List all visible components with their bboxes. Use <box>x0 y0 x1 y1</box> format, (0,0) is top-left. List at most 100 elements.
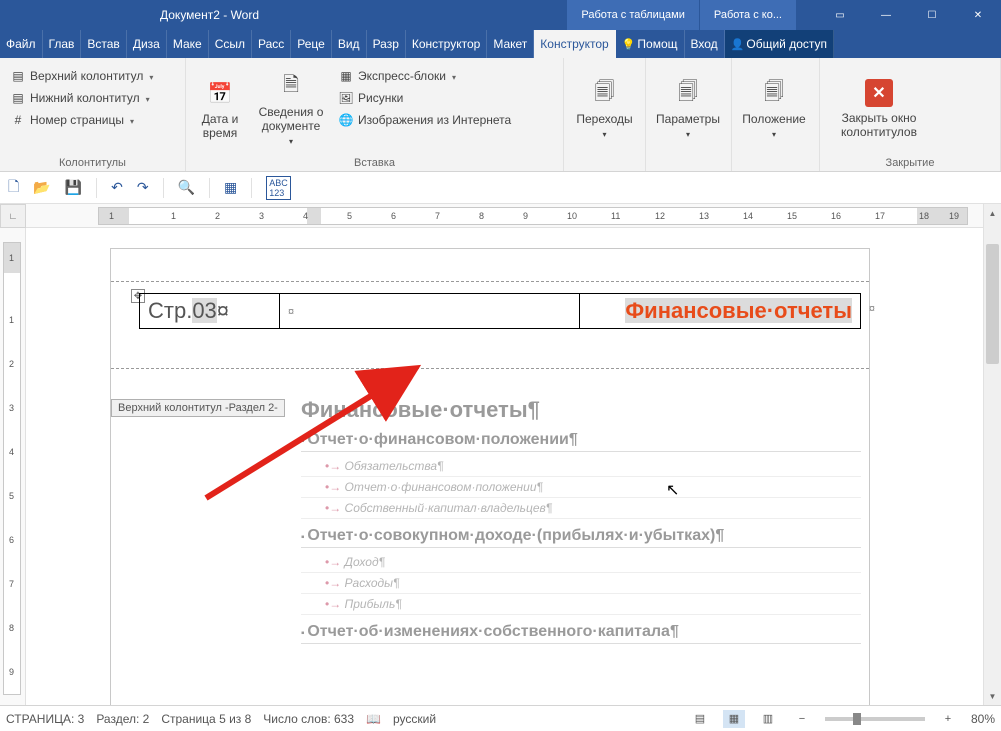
group-label-insert: Вставка <box>192 155 557 169</box>
tab-view[interactable]: Вид <box>332 30 367 58</box>
tab-header-constructor[interactable]: Конструктор <box>534 30 615 58</box>
pictures-button[interactable]: 🖼Рисунки <box>334 88 515 108</box>
sign-in[interactable]: Вход <box>685 30 725 58</box>
list-item: Расходы¶ <box>301 573 861 594</box>
tab-layout[interactable]: Маке <box>167 30 209 58</box>
ribbon: ▤Верхний колонтитул ▤Нижний колонтитул #… <box>0 58 1001 172</box>
list-item: Прибыль¶ <box>301 594 861 615</box>
tab-mailings[interactable]: Расс <box>252 30 291 58</box>
vertical-ruler[interactable]: 1 1 2 3 4 5 6 7 8 9 <box>0 228 26 705</box>
ribbon-tabs: Файл Глав Встав Диза Маке Ссыл Расс Реце… <box>0 30 1001 58</box>
header-icon: ▤ <box>10 68 26 84</box>
minimize-button[interactable]: — <box>863 0 909 30</box>
document-body: Финансовые·отчеты¶ Отчет·о·финансовом·по… <box>301 397 861 648</box>
blocks-icon: ▦ <box>338 68 354 84</box>
ruler-corner[interactable]: ∟ <box>0 204 26 228</box>
page-number-cell[interactable]: Стр.03¤ <box>140 294 280 329</box>
tab-home[interactable]: Глав <box>43 30 82 58</box>
mouse-cursor-icon: ↖ <box>666 480 679 500</box>
status-page[interactable]: СТРАНИЦА: 3 <box>6 712 84 726</box>
open-icon[interactable]: 📂 <box>33 179 50 196</box>
navigation-button[interactable]: 🗐Переходы <box>570 62 639 155</box>
empty-cell[interactable]: ¤ <box>280 294 580 329</box>
title-bar: Документ2 - Word Работа с таблицами Рабо… <box>0 0 1001 30</box>
horizontal-ruler[interactable]: 1 1 2 3 4 5 6 7 8 9 10 11 12 13 14 15 16… <box>26 204 983 228</box>
status-language[interactable]: русский <box>393 712 436 726</box>
scroll-thumb[interactable] <box>986 244 999 364</box>
close-x-icon: ✕ <box>865 79 893 107</box>
footer-icon: ▤ <box>10 90 26 106</box>
window-title: Документ2 - Word <box>160 8 259 22</box>
tab-references[interactable]: Ссыл <box>209 30 252 58</box>
new-doc-icon[interactable]: 🗋 <box>8 176 19 200</box>
document-info-button[interactable]: 🗎 Сведения о документе <box>248 62 334 155</box>
context-tab-table-tools[interactable]: Работа с таблицами <box>567 0 698 30</box>
undo-icon[interactable]: ↶ <box>111 179 123 196</box>
scroll-up-icon[interactable]: ▲ <box>984 204 1001 222</box>
hash-icon: # <box>10 112 26 128</box>
tab-insert[interactable]: Встав <box>81 30 126 58</box>
scroll-down-icon[interactable]: ▼ <box>984 687 1001 705</box>
list-item: Обязательства¶ <box>301 456 861 477</box>
list-item: Доход¶ <box>301 552 861 573</box>
row-end-mark: ¤ <box>869 303 875 315</box>
vertical-scrollbar[interactable]: ▲ ▼ <box>983 204 1001 705</box>
picture-icon: 🖼 <box>338 90 354 106</box>
status-page-of[interactable]: Страница 5 из 8 <box>161 712 251 726</box>
status-bar: СТРАНИЦА: 3 Раздел: 2 Страница 5 из 8 Чи… <box>0 705 1001 731</box>
tab-review[interactable]: Реце <box>291 30 332 58</box>
page[interactable]: ✥ Стр.03¤ ¤ Финансовые·отчеты ¤ Верхний … <box>110 248 870 705</box>
print-layout-icon[interactable]: ▦ <box>723 710 745 728</box>
table-icon[interactable]: ▦ <box>224 179 237 196</box>
tab-table-constructor[interactable]: Конструктор <box>406 30 487 58</box>
read-mode-icon[interactable]: ▤ <box>689 710 711 728</box>
group-label-close: Закрытие <box>826 155 994 169</box>
body-h2-1: Отчет·о·совокупном·доходе·(прибылях·и·уб… <box>301 527 861 548</box>
status-word-count[interactable]: Число слов: 633 <box>263 712 354 726</box>
quick-parts-button[interactable]: ▦Экспресс-блоки <box>334 66 515 86</box>
position-button[interactable]: 🗐Положение <box>738 62 810 155</box>
tell-me[interactable]: Помощ <box>616 30 685 58</box>
title-cell[interactable]: Финансовые·отчеты <box>580 294 861 329</box>
print-preview-icon[interactable]: 🔍 <box>178 179 195 196</box>
page-number-button[interactable]: #Номер страницы <box>6 110 157 130</box>
position-icon: 🗐 <box>758 78 790 110</box>
group-label-headers: Колонтитулы <box>6 155 179 169</box>
tab-developer[interactable]: Разр <box>367 30 406 58</box>
word-count-icon[interactable]: ABC123 <box>266 176 291 200</box>
options-icon: 🗐 <box>672 78 704 110</box>
zoom-level[interactable]: 80% <box>971 712 995 726</box>
online-pictures-button[interactable]: 🌐Изображения из Интернета <box>334 110 515 130</box>
spellcheck-icon[interactable]: 📖 <box>366 712 381 726</box>
calendar-icon: 📅 <box>204 78 236 110</box>
save-icon[interactable]: 💾 <box>65 179 82 196</box>
quick-access-toolbar: 🗋 📂 💾 ↶ ↷ 🔍 ▦ ABC123 <box>0 172 1001 204</box>
document-area[interactable]: ✥ Стр.03¤ ¤ Финансовые·отчеты ¤ Верхний … <box>26 228 983 705</box>
list-item: Отчет·о·финансовом·положении¶ <box>301 477 861 498</box>
ribbon-options-icon[interactable]: ▭ <box>817 0 863 30</box>
date-time-button[interactable]: 📅 Дата и время <box>192 62 248 155</box>
zoom-slider[interactable] <box>825 717 925 721</box>
header-area[interactable]: Стр.03¤ ¤ Финансовые·отчеты ¤ <box>139 293 861 329</box>
zoom-in-button[interactable]: + <box>937 710 959 728</box>
tab-design[interactable]: Диза <box>127 30 167 58</box>
list-item: Собственный·капитал·владельцев¶ <box>301 498 861 519</box>
header-section-label: Верхний колонтитул -Раздел 2- <box>111 399 285 417</box>
status-section[interactable]: Раздел: 2 <box>96 712 149 726</box>
footer-button[interactable]: ▤Нижний колонтитул <box>6 88 157 108</box>
zoom-out-button[interactable]: − <box>791 710 813 728</box>
web-layout-icon[interactable]: ▥ <box>757 710 779 728</box>
header-button[interactable]: ▤Верхний колонтитул <box>6 66 157 86</box>
close-button[interactable]: ✕ <box>955 0 1001 30</box>
maximize-button[interactable]: ☐ <box>909 0 955 30</box>
nav-icon: 🗐 <box>589 78 621 110</box>
tab-file[interactable]: Файл <box>0 30 43 58</box>
redo-icon[interactable]: ↷ <box>137 179 149 196</box>
share-button[interactable]: Общий доступ <box>725 30 834 58</box>
options-button[interactable]: 🗐Параметры <box>652 62 724 155</box>
header-table[interactable]: Стр.03¤ ¤ Финансовые·отчеты <box>139 293 861 329</box>
globe-icon: 🌐 <box>338 112 354 128</box>
context-tab-header-tools[interactable]: Работа с ко... <box>700 0 796 30</box>
close-header-footer-button[interactable]: ✕Закрыть окно колонтитулов <box>826 62 932 155</box>
tab-table-layout[interactable]: Макет <box>487 30 534 58</box>
